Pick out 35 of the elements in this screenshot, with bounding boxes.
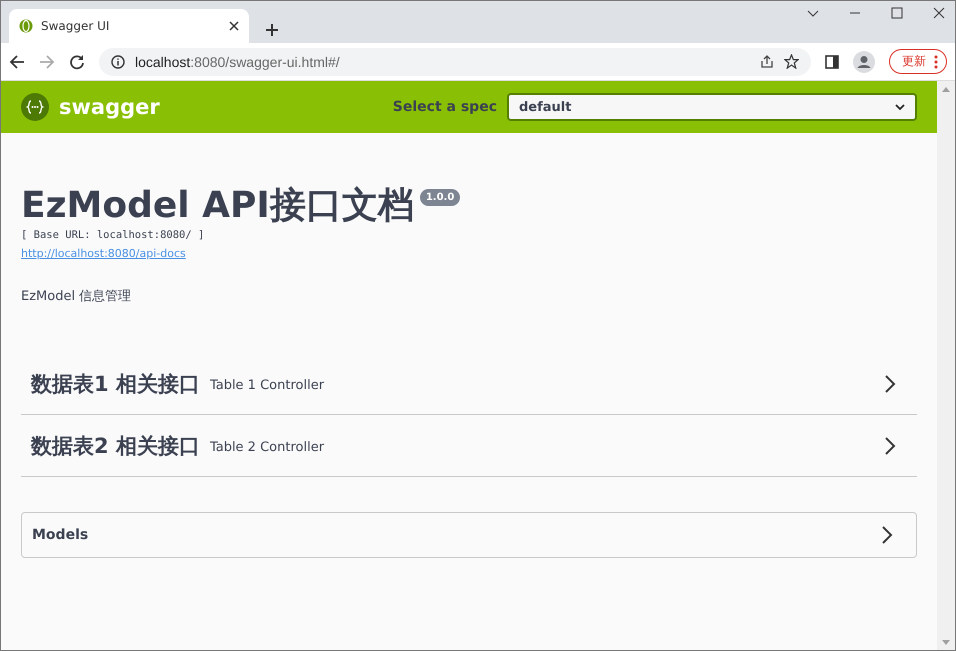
- tag-section[interactable]: 数据表2 相关接口 Table 2 Controller: [21, 415, 917, 477]
- browser-tab[interactable]: Swagger UI: [9, 9, 249, 43]
- chevron-icon: [880, 525, 894, 545]
- base-url: [ Base URL: localhost:8080/ ]: [21, 229, 206, 241]
- update-button[interactable]: 更新: [889, 49, 947, 74]
- tag-description: Table 2 Controller: [210, 440, 326, 455]
- tag-name: 数据表2 相关接口: [31, 432, 200, 460]
- caret-icon: [895, 104, 905, 110]
- share-icon[interactable]: [760, 54, 774, 68]
- tag-name: 数据表1 相关接口: [31, 370, 200, 398]
- address-bar[interactable]: localhost:8080/swagger-ui.html#/: [99, 48, 811, 76]
- logo-text: swagger: [59, 95, 160, 119]
- reload-icon[interactable]: [69, 54, 85, 70]
- close-icon[interactable]: [229, 21, 239, 31]
- close-icon[interactable]: [933, 7, 945, 19]
- star-icon[interactable]: [784, 54, 799, 69]
- tag-description: Table 1 Controller: [210, 378, 326, 393]
- version-badge: 1.0.0: [420, 189, 460, 206]
- back-icon[interactable]: [9, 54, 25, 70]
- spec-label: Select a spec: [392, 99, 497, 115]
- api-description: EzModel 信息管理: [21, 288, 132, 305]
- url-text: localhost:8080/swagger-ui.html#/: [135, 54, 341, 70]
- spec-select[interactable]: default: [507, 93, 917, 121]
- sidebar-icon[interactable]: [825, 54, 839, 68]
- globe-icon: [19, 19, 33, 33]
- chevron-icon: [883, 374, 897, 394]
- maximize-icon[interactable]: [891, 7, 903, 19]
- tag-section[interactable]: 数据表1 相关接口 Table 1 Controller: [21, 353, 917, 415]
- info-icon[interactable]: [111, 54, 125, 68]
- braces-logo-icon: [21, 93, 49, 121]
- models-section[interactable]: Models: [21, 512, 917, 558]
- api-title: EzModel API接口文档: [21, 185, 414, 227]
- profile-icon[interactable]: [853, 50, 875, 72]
- chevron-icon: [883, 436, 897, 456]
- more-icon: [934, 54, 938, 68]
